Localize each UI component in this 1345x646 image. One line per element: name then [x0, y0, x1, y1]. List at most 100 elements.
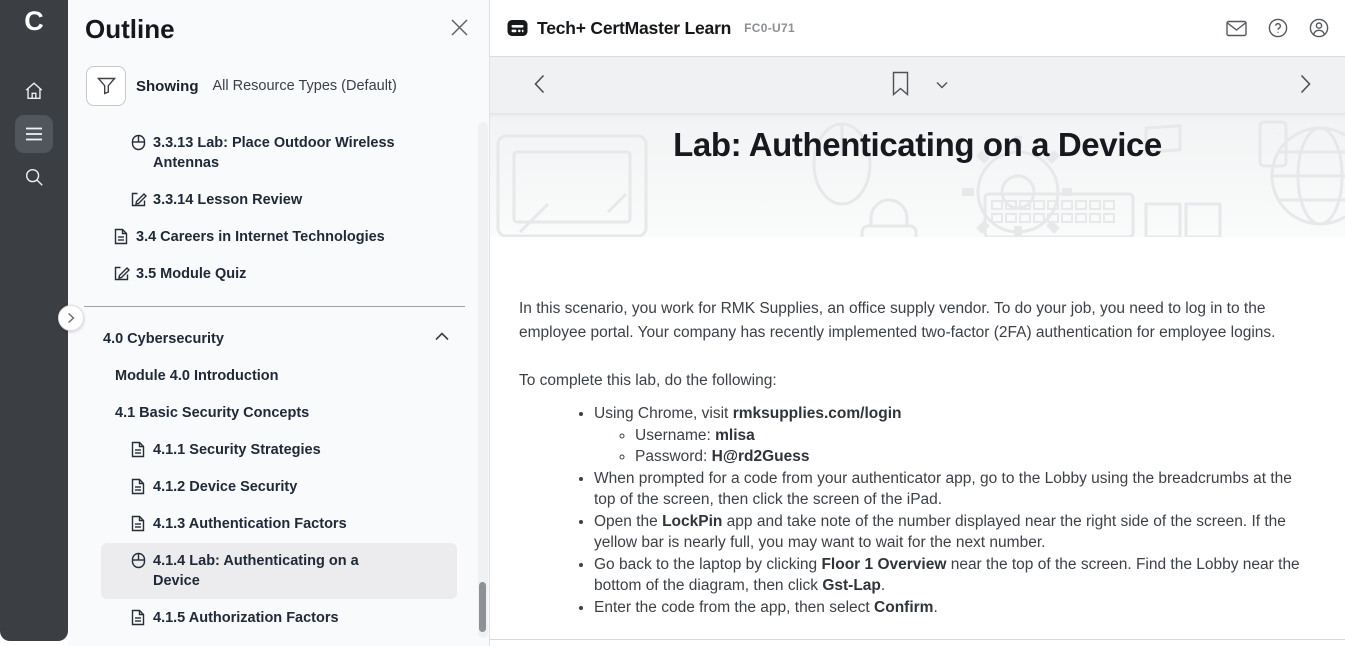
document-icon [131, 609, 145, 626]
instructions-lead: To complete this lab, do the following: [519, 369, 1317, 393]
pencil-icon [131, 191, 147, 207]
outline-item[interactable]: 3.3.14 Lesson Review [101, 182, 457, 218]
text: Enter the code from the app, then select [594, 599, 874, 616]
chevron-right-icon [1300, 81, 1311, 98]
header-icons [1226, 18, 1329, 38]
outline-scrollbar-thumb[interactable] [479, 582, 486, 632]
filter-button[interactable] [86, 66, 126, 106]
mail-icon [1226, 24, 1247, 41]
document-icon [131, 478, 147, 495]
bookmark-icon [892, 83, 909, 100]
outline-item[interactable]: 4.1.3 Authentication Factors [101, 506, 457, 542]
outline-item-label: 3.5 Module Quiz [136, 264, 246, 284]
outline-item[interactable]: 3.3.13 Lab: Place Outdoor Wireless Anten… [101, 125, 457, 181]
mouse-icon [131, 134, 146, 151]
outline-item-label: 4.1.5 Authorization Factors [153, 608, 339, 628]
document-icon [114, 228, 130, 245]
bold-text: H@rd2Guess [712, 448, 810, 465]
text: When prompted for a code from your authe… [594, 470, 1292, 509]
rail-nav [0, 72, 68, 196]
outline-item-label: 4.1 Basic Security Concepts [115, 403, 309, 423]
bookmark-button[interactable] [892, 71, 909, 96]
outline-item[interactable]: 4.1.1 Security Strategies [101, 432, 457, 468]
outline-item-label: 4.0 Cybersecurity [103, 329, 224, 349]
credential-sublist: Username: mlisaPassword: H@rd2Guess [594, 425, 1317, 468]
instruction-item: Go back to the laptop by clicking Floor … [594, 554, 1317, 597]
home-button[interactable] [15, 72, 53, 110]
document-icon [131, 478, 145, 495]
collapse-outline-toggle[interactable] [58, 305, 84, 331]
help-icon [1268, 25, 1288, 42]
comptia-logo: C [0, 6, 68, 37]
next-lesson-button[interactable] [1300, 74, 1311, 94]
close-icon [450, 24, 469, 41]
outline-item-label: 4.1.1 Security Strategies [153, 440, 321, 460]
menu-icon [24, 126, 44, 142]
account-button[interactable] [1309, 18, 1329, 38]
outline-item[interactable]: 4.1.4 Lab: Authenticating on a Device [101, 543, 457, 599]
chevron-down-icon [936, 76, 948, 93]
help-button[interactable] [1268, 18, 1288, 38]
certmaster-logo-icon [507, 18, 528, 38]
filter-row: Showing All Resource Types (Default) [86, 66, 489, 106]
outline-item[interactable]: 4.1.5 Authorization Factors [101, 600, 457, 636]
outline-item[interactable]: 3.5 Module Quiz [101, 256, 457, 292]
close-outline-button[interactable] [450, 18, 469, 37]
credential-item: Password: H@rd2Guess [635, 446, 1317, 468]
text: Using Chrome, visit [594, 405, 733, 422]
account-icon [1309, 25, 1329, 42]
outline-item[interactable]: 4.1 Basic Security Concepts [101, 395, 457, 431]
instruction-list: Using Chrome, visit rmksupplies.com/logi… [519, 403, 1317, 618]
bold-text: mlisa [715, 427, 755, 444]
search-icon [23, 166, 45, 188]
outline-item-label: 4.1.3 Authentication Factors [153, 514, 347, 534]
text: . [881, 577, 885, 594]
outline-item-label: 4.1.4 Lab: Authenticating on a Device [153, 551, 403, 591]
outline-scrollbar-track[interactable] [478, 122, 488, 638]
bold-text: Floor 1 Overview [821, 556, 946, 573]
text: Open the [594, 513, 662, 530]
outline-item[interactable]: Module 4.0 Introduction [101, 358, 457, 394]
outline-section-header[interactable]: 4.0 Cybersecurity [101, 321, 457, 357]
chevron-right-icon [67, 312, 75, 324]
exam-code: FC0-U71 [744, 21, 795, 35]
outline-item[interactable]: 4.1.2 Device Security [101, 469, 457, 505]
chevron-up-icon[interactable] [435, 332, 449, 341]
outline-item-label: 3.4 Careers in Internet Technologies [136, 227, 385, 247]
filter-value[interactable]: All Resource Types (Default) [213, 78, 397, 94]
pencil-icon [114, 265, 130, 281]
bold-text: rmksupplies.com/login [733, 405, 902, 422]
outline-title: Outline [85, 14, 175, 45]
app-header: Tech+ CertMaster Learn FC0-U71 [490, 0, 1345, 57]
outline-divider [84, 306, 465, 307]
outline-item-label: 3.3.14 Lesson Review [153, 190, 302, 210]
mouse-icon [131, 552, 146, 569]
pencil-icon [131, 191, 147, 207]
outline-item-label: 4.1.2 Device Security [153, 477, 297, 497]
document-icon [131, 441, 145, 458]
outline-item[interactable]: 3.4 Careers in Internet Technologies [101, 219, 457, 255]
document-icon [131, 441, 147, 458]
instruction-item: When prompted for a code from your authe… [594, 468, 1317, 511]
bookmark-menu-button[interactable] [936, 81, 948, 89]
app-title: Tech+ CertMaster Learn [537, 18, 731, 39]
outline-menu-button[interactable] [15, 115, 53, 153]
instruction-item: Open the LockPin app and take note of th… [594, 511, 1317, 554]
chevron-up-icon [435, 332, 449, 341]
mouse-icon [131, 552, 147, 569]
search-button[interactable] [15, 158, 53, 196]
brand: Tech+ CertMaster Learn FC0-U71 [507, 18, 795, 39]
credential-item: Username: mlisa [635, 425, 1317, 447]
previous-lesson-button[interactable] [534, 74, 545, 94]
document-icon [131, 515, 147, 532]
text: Password: [635, 448, 712, 465]
mouse-icon [131, 134, 147, 151]
outline-header: Outline [68, 0, 489, 45]
instruction-item: Using Chrome, visit rmksupplies.com/logi… [594, 403, 1317, 468]
outline-item-label: 3.3.13 Lab: Place Outdoor Wireless Anten… [153, 133, 403, 173]
lesson-banner: Lab: Authenticating on a Device [490, 114, 1345, 237]
text: Username: [635, 427, 715, 444]
messages-button[interactable] [1226, 20, 1247, 37]
outline-item-label: Module 4.0 Introduction [115, 366, 279, 386]
bold-text: Confirm [874, 599, 933, 616]
